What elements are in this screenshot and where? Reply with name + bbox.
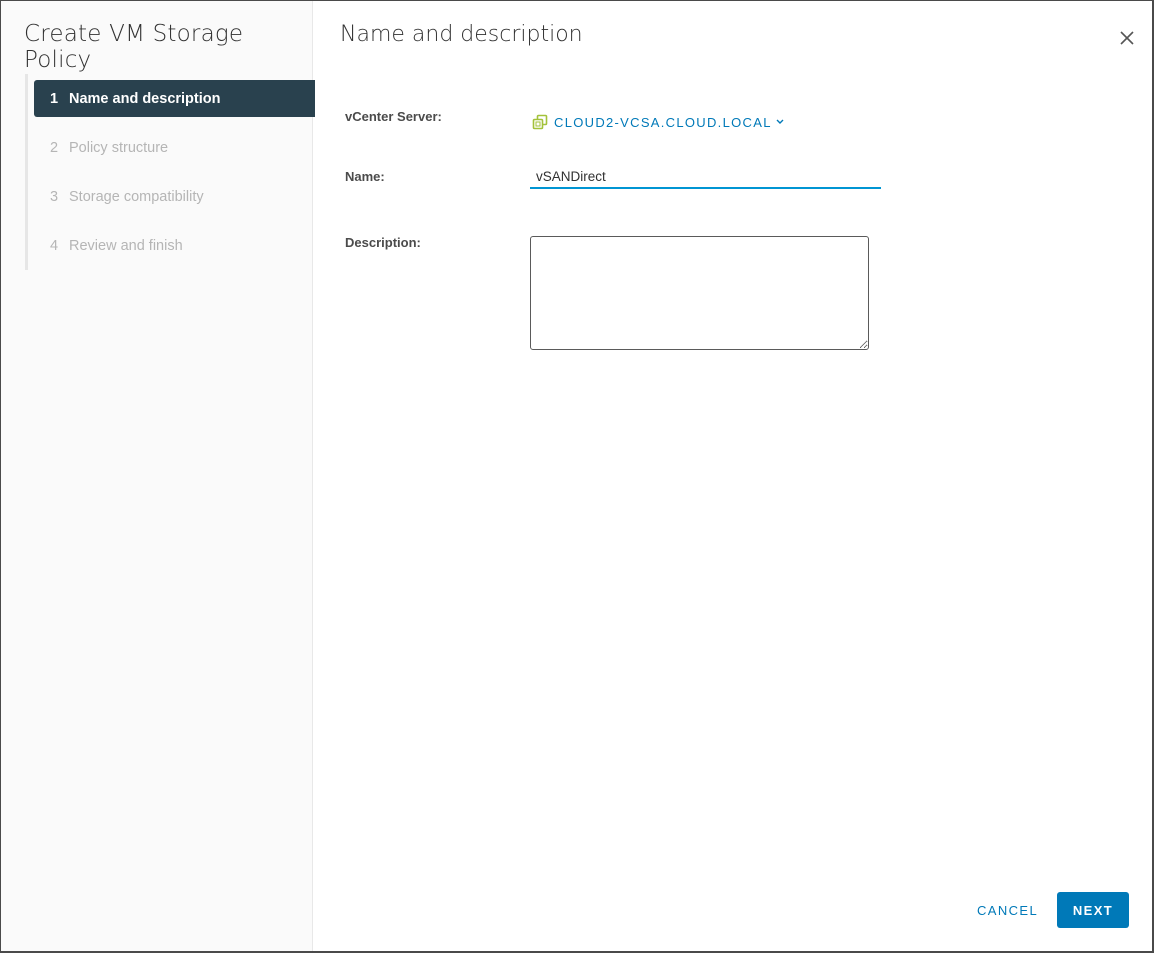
step-policy-structure[interactable]: 2 Policy structure [34, 129, 315, 166]
step-label: Review and finish [69, 237, 183, 254]
step-number: 3 [50, 188, 59, 205]
vcenter-server-dropdown[interactable]: CLOUD2-VCSA.CLOUD.LOCAL [532, 114, 791, 130]
step-label: Name and description [69, 90, 221, 107]
vcenter-icon [532, 114, 548, 130]
chevron-down-icon [776, 119, 784, 124]
cancel-button[interactable]: CANCEL [971, 893, 1043, 928]
step-storage-compatibility[interactable]: 3 Storage compatibility [34, 178, 315, 215]
step-number: 1 [50, 90, 59, 107]
step-number: 2 [50, 139, 59, 156]
step-label: Policy structure [69, 139, 169, 156]
close-button[interactable] [1118, 29, 1136, 47]
wizard-title: Create VM Storage Policy [24, 21, 244, 73]
wizard-content: Name and description vCenter Server: CLO… [313, 1, 1152, 951]
description-textarea[interactable] [530, 236, 869, 350]
step-label: Storage compatibility [69, 188, 204, 205]
name-input[interactable] [530, 165, 881, 189]
create-vm-storage-policy-dialog: Create VM Storage Policy 1 Name and desc… [1, 1, 1152, 951]
step-name-and-description[interactable]: 1 Name and description [34, 80, 315, 117]
vcenter-server-label: vCenter Server: [345, 109, 442, 124]
next-button[interactable]: NEXT [1057, 892, 1129, 928]
wizard-steps: 1 Name and description 2 Policy structur… [25, 74, 315, 270]
page-title: Name and description [340, 22, 583, 47]
step-number: 4 [50, 237, 59, 254]
description-label: Description: [345, 235, 421, 250]
vcenter-server-value: CLOUD2-VCSA.CLOUD.LOCAL [554, 114, 772, 130]
name-label: Name: [345, 169, 385, 184]
wizard-sidebar: Create VM Storage Policy 1 Name and desc… [1, 1, 315, 951]
close-icon [1120, 31, 1134, 45]
step-review-and-finish[interactable]: 4 Review and finish [34, 227, 315, 264]
